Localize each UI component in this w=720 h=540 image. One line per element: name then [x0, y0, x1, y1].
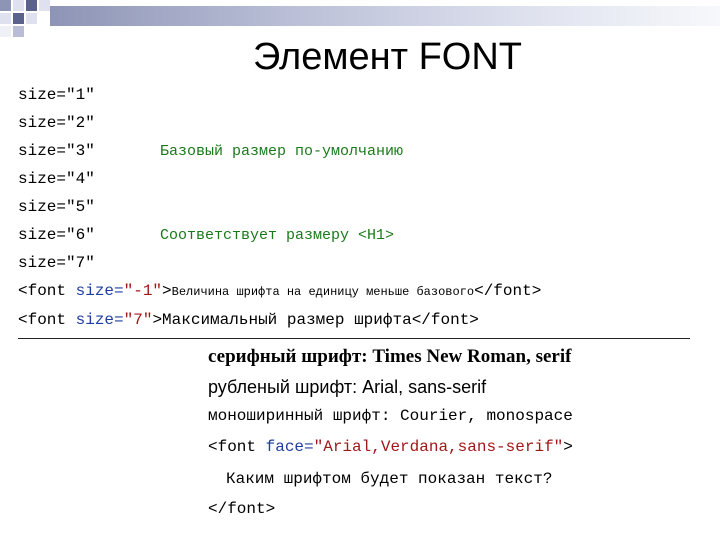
sans-example: рубленый шрифт: Arial, sans-serif [208, 377, 487, 397]
decor-square [26, 0, 37, 11]
size-label: size="1" [18, 86, 95, 104]
code-line-size-seven: <font size="7">Максимальный размер шрифт… [18, 311, 479, 329]
divider [18, 338, 690, 339]
size-note: Базовый размер по-умолчанию [160, 143, 404, 160]
decor-square [0, 0, 11, 11]
tag-end: </font> [411, 311, 479, 329]
sample-text: Величина шрифта на единицу меньше базово… [171, 285, 475, 299]
tag-open: <font [208, 438, 266, 456]
decor-square [13, 26, 24, 37]
sample-text: Максимальный размер шрифта [162, 311, 412, 329]
size-label: size="6" [18, 226, 95, 244]
tag-close: > [162, 282, 172, 300]
mono-example: моноширинный шрифт: Courier, monospace [208, 407, 573, 425]
tag-close: > [563, 438, 573, 456]
page-title: Элемент FONT [253, 36, 522, 78]
attr-value: "Arial,Verdana,sans-serif" [313, 438, 564, 456]
attr-value: "-1" [123, 282, 163, 300]
size-label: size="2" [18, 114, 95, 132]
tag-open: <font [18, 311, 76, 329]
code-line-size-minus-one: <font size="-1">Величина шрифта на едини… [18, 282, 541, 300]
attr-name: size= [75, 311, 124, 329]
decor-square [39, 0, 50, 11]
tag-close: > [152, 311, 163, 329]
face-code-open: <font face="Arial,Verdana,sans-serif"> [208, 438, 573, 456]
face-code-end: </font> [208, 500, 276, 518]
size-label: size="3" [18, 142, 95, 160]
size-note: Соответствует размеру <H1> [160, 227, 395, 244]
serif-example: серифный шрифт: Times New Roman, serif [208, 346, 572, 367]
decor-square [13, 0, 24, 11]
header-bar [50, 6, 720, 26]
tag-open: <font [18, 282, 76, 300]
size-label: size="7" [18, 254, 95, 272]
size-label: size="5" [18, 198, 95, 216]
decor-square [0, 26, 11, 37]
decor-square [0, 13, 11, 24]
decor-square [13, 13, 24, 24]
tag-end: </font> [474, 282, 542, 300]
size-label: size="4" [18, 170, 95, 188]
attr-name: face= [265, 438, 314, 456]
question-text: Каким шрифтом будет показан текст? [226, 470, 553, 488]
decor-square [26, 13, 37, 24]
attr-value: "7" [123, 311, 153, 329]
attr-name: size= [75, 282, 124, 300]
